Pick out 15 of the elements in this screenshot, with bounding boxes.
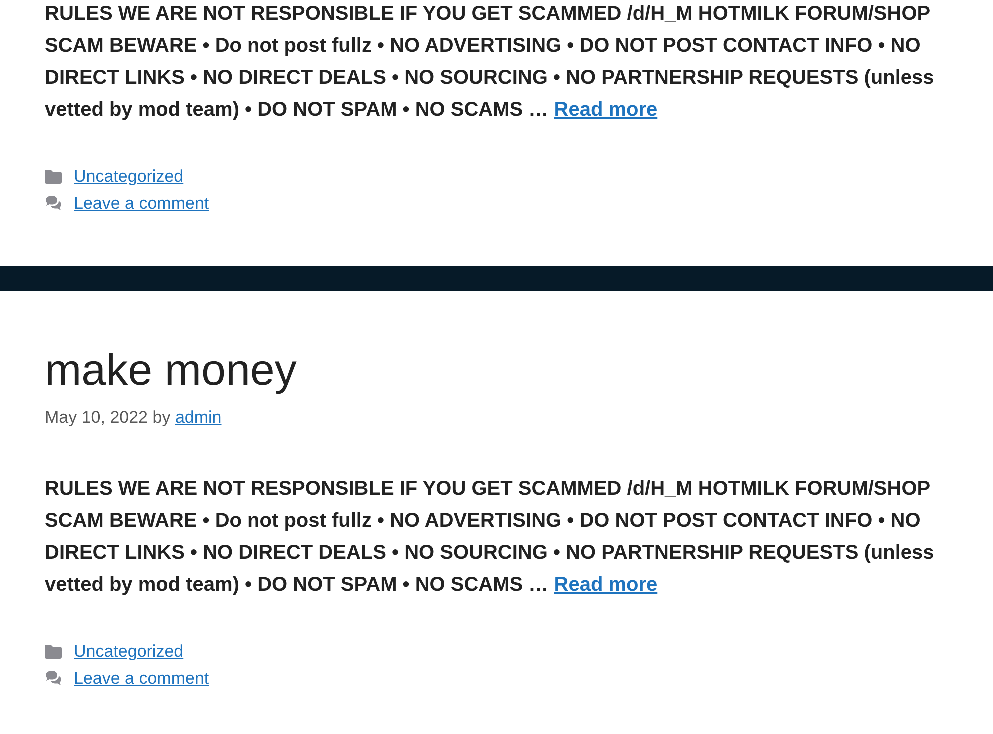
folder-icon — [45, 170, 62, 184]
post-title: make money — [45, 345, 297, 397]
comments-link[interactable]: Leave a comment — [74, 668, 210, 688]
comments-icon — [45, 670, 62, 687]
post-excerpt: RULES WE ARE NOT RESPONSIBLE IF YOU GET SCAMMED /d/H_M HOTMILK FORUM/SHOP SCAM BEWARE • Do not post fullz • NO ADVERTISING • DO NOT POST CONTACT INFO • NO DIRECT LINKS • NO DIRECT DEALS • NO SOURCING • NO PARTNERSHIP REQUESTS (unless vetted by mod team) • DO NOT SPAM • NO SCAMS … Read more — [45, 477, 936, 598]
comments-icon — [45, 195, 62, 212]
post-excerpt: RULES WE ARE NOT RESPONSIBLE IF YOU GET SCAMMED /d/H_M HOTMILK FORUM/SHOP SCAM BEWARE • Do not post fullz • NO ADVERTISING • DO NOT POST CONTACT INFO • NO DIRECT LINKS • NO DIRECT DEALS • NO SOURCING • NO PARTNERSHIP REQUESTS (unless vetted by mod team) • DO NOT SPAM • NO SCAMS … Read more — [45, 2, 936, 123]
category-link[interactable]: Uncategorized — [74, 642, 184, 662]
category-link[interactable]: Uncategorized — [74, 166, 184, 186]
author-link[interactable]: admin — [175, 408, 222, 427]
comments-link[interactable]: Leave a comment — [74, 194, 210, 214]
folder-icon — [45, 644, 62, 658]
read-more-link[interactable]: Read more — [554, 574, 658, 596]
post-meta: May 10, 2022 by admin — [45, 407, 222, 429]
read-more-link[interactable]: Read more — [554, 99, 658, 121]
